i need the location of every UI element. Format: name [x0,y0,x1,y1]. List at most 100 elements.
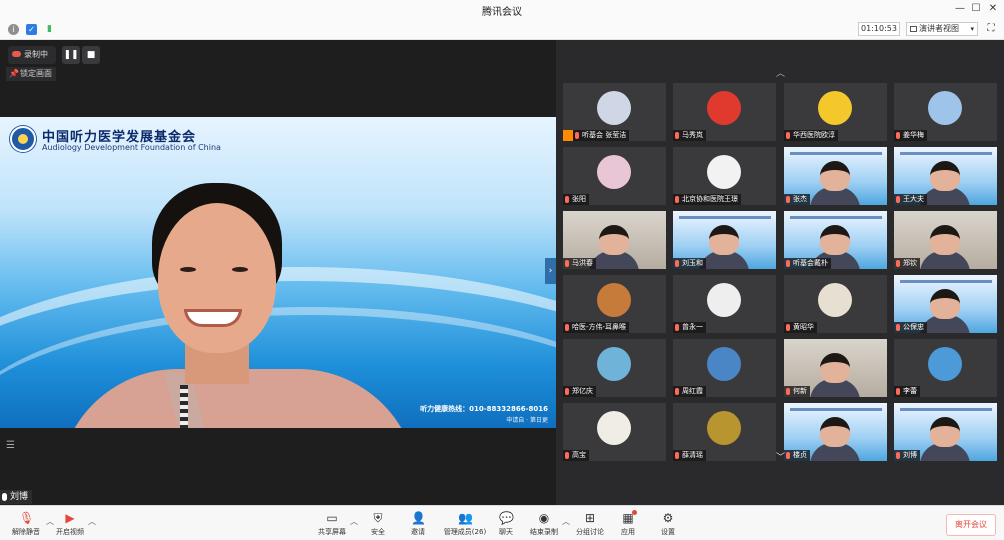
participant-name-text: 薛清瑶 [682,451,703,459]
participant-tile[interactable]: 哈医-方伟-耳鼻喉 [563,275,666,333]
participant-tile[interactable]: 薛清瑶 [673,403,776,461]
scroll-up-icon[interactable]: ︿ [776,66,785,79]
record-icon: ◉ [538,511,550,525]
fullscreen-button[interactable]: ⛶ [984,22,998,36]
participant-name: 楼贞 [784,450,810,461]
participant-tile[interactable]: 高宝 [563,403,666,461]
leave-meeting-button[interactable]: 离开会议 [946,514,996,536]
apps-button[interactable]: ▦ 应用 [606,508,650,540]
mic-muted-icon: 🎙 [19,511,35,525]
speaker-name: 刘博 [10,492,29,502]
participant-tile[interactable]: 姜华梅 [894,83,997,141]
participant-name: 薛清瑶 [673,450,706,461]
mic-muted-icon [675,452,679,459]
end-recording-button[interactable]: ◉ 结束录制 [522,508,566,540]
participant-avatar [597,283,631,317]
scroll-down-icon[interactable]: ﹀ [776,450,785,463]
participant-tile[interactable]: 张阳 [563,147,666,205]
participant-avatar [597,91,631,125]
participant-name: 曾永一 [673,322,706,333]
participant-avatar [928,91,962,125]
mic-muted-icon [786,388,790,395]
participant-name: 姜华梅 [894,130,927,141]
participant-avatar [707,283,741,317]
participant-name-text: 马秀岚 [682,131,703,139]
participant-tile[interactable]: 黄昭华 [784,275,887,333]
collapse-gallery-button[interactable]: › [545,258,556,284]
settings-label: 设置 [661,528,675,536]
security-button[interactable]: ⛨ 安全 [356,508,400,540]
participant-name-text: 北京协和医院王璟 [682,195,738,203]
recording-indicator: 录制中 [8,46,56,64]
participant-name-text: 刘玉和 [682,259,703,267]
mic-muted-icon [565,260,569,267]
member-list-icon[interactable]: ☰ [6,440,15,451]
view-mode-dropdown[interactable]: 演讲者视图 ▾ [906,22,978,36]
mic-icon [2,493,7,501]
share-label: 共享屏幕 [318,528,346,536]
mic-muted-icon [896,324,900,331]
recording-label: 录制中 [24,50,48,59]
participant-tile[interactable]: 曾永一 [673,275,776,333]
participant-tile[interactable]: 刘玉和 [673,211,776,269]
participant-name-text: 郑亿庆 [572,387,593,395]
participant-tile[interactable]: 马秀岚 [673,83,776,141]
settings-button[interactable]: ⚙ 设置 [646,508,690,540]
mic-muted-icon [896,388,900,395]
maximize-button[interactable]: ☐ [968,2,984,16]
footer-small-text: 申请自 · 第日更 [506,417,548,424]
participant-tile[interactable]: 刘博 [894,403,997,461]
participant-tile[interactable]: 李蕾 [894,339,997,397]
info-icon[interactable]: i [8,24,19,35]
video-label: 开启视频 [56,528,84,536]
participant-tile[interactable]: 北京协和医院王璟 [673,147,776,205]
participant-tile[interactable]: 郑亿庆 [563,339,666,397]
participant-tile[interactable]: 马洪春 [563,211,666,269]
window-title: 腾讯会议 [482,7,522,18]
participant-tile[interactable]: 王大夫 [894,147,997,205]
participant-tile[interactable]: 周红霞 [673,339,776,397]
participant-tile[interactable]: 楼贞 [784,403,887,461]
participant-name: 郑钦 [894,258,920,269]
participant-name: 张杰 [784,194,810,205]
participant-tile[interactable]: 听基会戴朴 [784,211,887,269]
participant-tile[interactable]: 听基会 张莹洁 [563,83,666,141]
video-options-caret[interactable]: ︿ [88,516,96,527]
start-video-button[interactable]: ▶ 开启视频 [48,508,92,540]
participant-avatar [707,155,741,189]
participant-tile[interactable]: 华西医院欧淳 [784,83,887,141]
participant-tile[interactable]: 公保忠 [894,275,997,333]
participant-name-text: 刘博 [903,451,917,459]
minimize-button[interactable]: — [952,2,968,16]
mic-muted-icon [786,452,790,459]
mic-muted-icon [896,196,900,203]
participant-tile[interactable]: 何新 [784,339,887,397]
unmute-button[interactable]: 🎙 解除静音 [4,508,48,540]
participant-tile[interactable]: 郑钦 [894,211,997,269]
signal-icon[interactable]: ▮ [44,24,55,35]
participant-name: 郑亿庆 [563,386,596,397]
stop-recording-button[interactable]: ■ [82,46,100,64]
participant-name-text: 华西医院欧淳 [793,131,835,139]
participant-name-text: 姜华梅 [903,131,924,139]
close-button[interactable]: ✕ [985,2,1001,16]
participant-name-text: 听基会戴朴 [793,259,828,267]
shield-icon[interactable]: ✓ [26,24,37,35]
share-screen-button[interactable]: ▭ 共享屏幕 [310,508,354,540]
participant-tile[interactable]: 张杰 [784,147,887,205]
participant-name-text: 周红霞 [682,387,703,395]
participant-avatar [707,411,741,445]
speaker-video[interactable]: 中国听力医学发展基金会 Audiology Development Founda… [0,117,556,428]
main-stage: 录制中 ❚❚ ■ 📌 锁定画面 中国听力医学发展基金会 Audiology De… [0,40,556,505]
participant-name: 刘博 [894,450,920,461]
invite-button[interactable]: 👤 邀请 [396,508,440,540]
lock-view-label: 锁定画面 [20,69,52,78]
pause-recording-button[interactable]: ❚❚ [62,46,80,64]
lock-view-button[interactable]: 📌 锁定画面 [6,67,56,81]
participant-name: 马秀岚 [673,130,706,141]
participant-name: 张阳 [563,194,589,205]
speaker-person [0,117,556,428]
participant-name: 听基会 张莹洁 [573,130,630,141]
hotline-text: 听力健康热线：010-88332866-8016 [420,405,548,413]
manage-participants-button[interactable]: 👥 管理成员(26) [440,508,490,540]
